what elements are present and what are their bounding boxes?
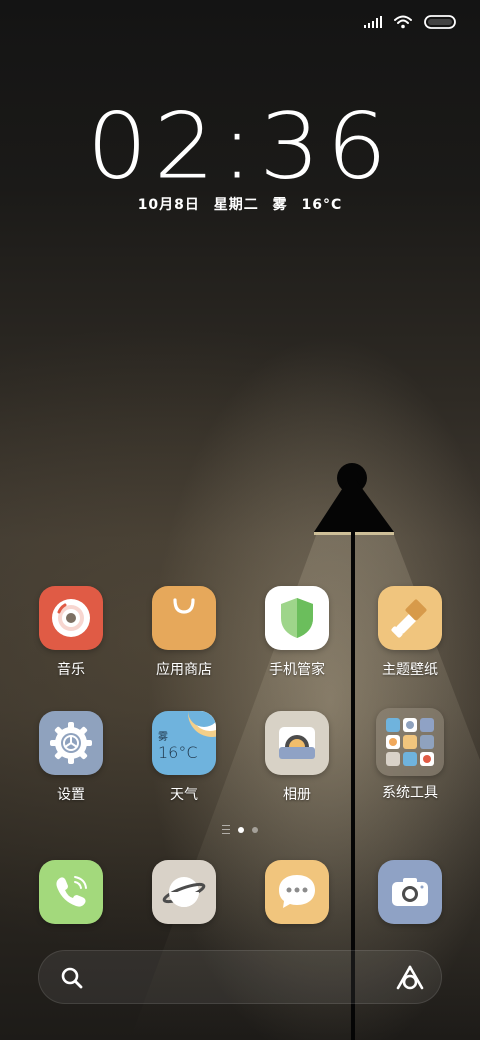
music-disc-icon bbox=[39, 586, 103, 650]
clock-widget[interactable]: 02:36 10月8日 星期二 雾 16°C bbox=[0, 96, 480, 214]
app-label: 手机管家 bbox=[269, 662, 325, 678]
paint-brush-icon bbox=[378, 586, 442, 650]
clock-time: 02:36 bbox=[86, 92, 394, 200]
weather-temp: 16°C bbox=[158, 743, 198, 762]
app-store[interactable]: 应用商店 bbox=[129, 586, 239, 679]
app-label: 系统工具 bbox=[382, 785, 438, 801]
date-text: 10月8日 bbox=[137, 197, 200, 213]
gallery-icon bbox=[265, 711, 329, 775]
signal-bars-icon bbox=[364, 16, 382, 28]
search-bar[interactable] bbox=[38, 950, 442, 1004]
page-dot bbox=[252, 826, 258, 833]
battery-icon bbox=[424, 15, 456, 29]
app-themes[interactable]: 主题壁纸 bbox=[355, 586, 465, 679]
dock-browser[interactable] bbox=[129, 860, 239, 924]
app-music[interactable]: 音乐 bbox=[16, 586, 126, 679]
search-icon bbox=[61, 967, 83, 989]
weather-text: 雾 bbox=[272, 197, 288, 213]
app-label: 主题壁纸 bbox=[382, 662, 438, 678]
temperature-text: 16°C bbox=[301, 197, 343, 213]
folder-icon bbox=[376, 708, 444, 776]
assistant-icon[interactable] bbox=[395, 964, 425, 992]
weekday-text: 星期二 bbox=[213, 197, 259, 213]
dock-camera[interactable] bbox=[355, 860, 465, 924]
app-settings[interactable]: 设置 bbox=[16, 711, 126, 804]
camera-icon bbox=[378, 860, 442, 924]
planet-icon bbox=[152, 860, 216, 924]
status-bar bbox=[364, 12, 456, 32]
home-screen: 02:36 10月8日 星期二 雾 16°C 音乐 应用商店 手机管家 主题壁纸… bbox=[0, 0, 480, 1040]
app-weather[interactable]: 雾 16°C 天气 bbox=[129, 711, 239, 804]
app-label: 设置 bbox=[57, 787, 85, 803]
wifi-icon bbox=[394, 15, 412, 29]
app-label: 音乐 bbox=[57, 662, 85, 678]
gear-icon bbox=[39, 711, 103, 775]
shield-icon bbox=[265, 586, 329, 650]
menu-lines-icon bbox=[222, 825, 230, 834]
app-folder-system-tools[interactable]: 系统工具 bbox=[355, 708, 465, 802]
weather-icon: 雾 16°C bbox=[152, 711, 216, 775]
app-label: 相册 bbox=[283, 787, 311, 803]
dock-messages[interactable] bbox=[242, 860, 352, 924]
shopping-bag-icon bbox=[152, 586, 216, 650]
dock-phone[interactable] bbox=[16, 860, 126, 924]
page-dot-active bbox=[238, 826, 244, 833]
phone-icon bbox=[39, 860, 103, 924]
app-security[interactable]: 手机管家 bbox=[242, 586, 352, 679]
app-label: 应用商店 bbox=[156, 662, 212, 678]
chat-bubble-icon bbox=[265, 860, 329, 924]
page-indicator[interactable] bbox=[0, 825, 480, 834]
app-gallery[interactable]: 相册 bbox=[242, 711, 352, 804]
app-label: 天气 bbox=[170, 787, 198, 803]
